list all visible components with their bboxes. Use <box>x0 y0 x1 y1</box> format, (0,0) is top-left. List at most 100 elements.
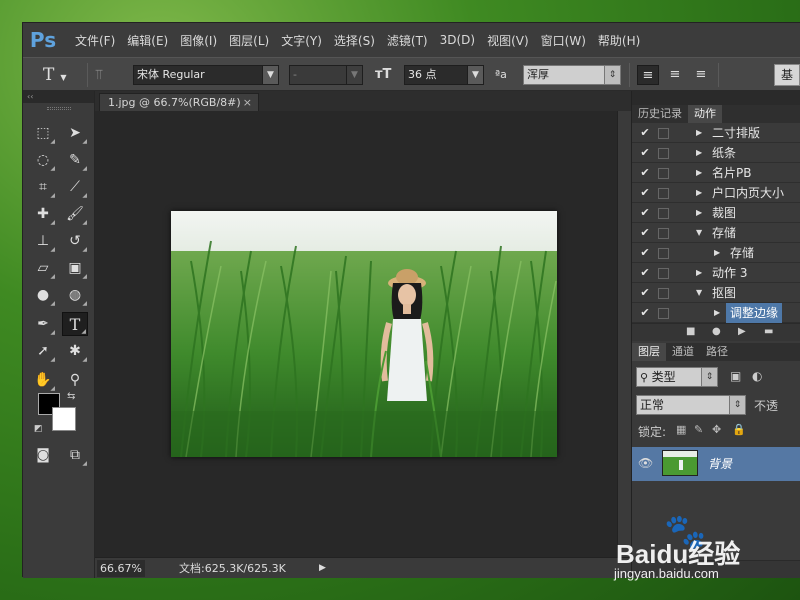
quick-select-tool-icon[interactable]: ✎ ◢ <box>62 148 88 172</box>
blend-mode-select[interactable]: 正常 ⇕ <box>636 395 746 415</box>
lasso-tool-icon[interactable]: ◌ ◢ <box>30 148 56 172</box>
photo-canvas[interactable] <box>171 211 557 457</box>
align-center-button[interactable]: ≡ <box>664 65 686 85</box>
menu-help[interactable]: 帮助(H) <box>592 32 646 49</box>
quick-mask-icon[interactable]: ◙ <box>30 443 56 467</box>
dialog-toggle[interactable] <box>658 188 669 199</box>
history-brush-tool-icon[interactable]: ↺ ◢ <box>62 229 88 253</box>
text-orientation-icon[interactable]: ⫪ <box>95 65 117 85</box>
menu-select[interactable]: 选择(S) <box>328 32 381 49</box>
action-row[interactable]: ✔ ▼ 抠图 <box>632 283 800 303</box>
shape-tool-icon[interactable]: ✱ ◢ <box>62 339 88 363</box>
hand-tool-icon[interactable]: ✋ ◢ <box>30 368 56 392</box>
check-icon[interactable]: ✔ <box>638 303 652 323</box>
action-row[interactable]: ✔ ▶ 动作 3 <box>632 263 800 283</box>
record-icon[interactable]: ● <box>712 326 721 337</box>
menu-file[interactable]: 文件(F) <box>69 32 121 49</box>
action-row[interactable]: ✔ ▶ 裁图 <box>632 203 800 223</box>
expand-triangle-icon[interactable]: ▶ <box>714 243 720 263</box>
menu-image[interactable]: 图像(I) <box>174 32 223 49</box>
layer-row-background[interactable]: 👁 背景 <box>632 447 800 481</box>
tab-layers[interactable]: 图层 <box>632 343 666 361</box>
toolbox-grip[interactable] <box>23 103 94 113</box>
tool-preset-picker[interactable]: T ▼ <box>43 65 83 85</box>
eraser-tool-icon[interactable]: ▱ ◢ <box>30 256 56 280</box>
eyedropper-tool-icon[interactable]: ⟋ ◢ <box>62 175 88 199</box>
lock-all-icon[interactable]: 🔒 <box>732 423 746 436</box>
expand-triangle-icon[interactable]: ▶ <box>714 303 720 323</box>
menu-filter[interactable]: 滤镜(T) <box>381 32 434 49</box>
marquee-tool-icon[interactable]: ⬚ ◢ <box>30 121 56 145</box>
check-icon[interactable]: ✔ <box>638 183 652 203</box>
check-icon[interactable]: ✔ <box>638 223 652 243</box>
path-selection-tool-icon[interactable]: ➚ ◢ <box>30 339 56 363</box>
toolbox-collapse-button[interactable]: ‹‹ <box>23 91 94 103</box>
move-tool-icon[interactable]: ➤ ◢ <box>62 121 88 145</box>
play-icon[interactable]: ▶ <box>738 326 746 337</box>
tab-paths[interactable]: 路径 <box>700 343 734 361</box>
background-color-swatch[interactable] <box>52 407 76 431</box>
blur-tool-icon[interactable]: ● ◢ <box>30 283 56 307</box>
check-icon[interactable]: ✔ <box>638 243 652 263</box>
action-row[interactable]: ✔ ▶ 存储 <box>632 243 800 263</box>
check-icon[interactable]: ✔ <box>638 283 652 303</box>
menu-view[interactable]: 视图(V) <box>481 32 535 49</box>
lock-move-icon[interactable]: ✥ <box>712 423 721 436</box>
collapse-triangle-icon[interactable]: ▼ <box>696 283 702 303</box>
font-family-select[interactable]: 宋体 Regular ▼ <box>133 65 279 85</box>
align-left-button[interactable]: ≡ <box>637 65 659 85</box>
tab-history[interactable]: 历史记录 <box>632 105 688 123</box>
expand-triangle-icon[interactable]: ▶ <box>696 163 702 183</box>
dialog-toggle[interactable] <box>658 148 669 159</box>
dialog-toggle[interactable] <box>658 248 669 259</box>
gradient-tool-icon[interactable]: ▣ ◢ <box>62 256 88 280</box>
brush-tool-icon[interactable]: 🖌 ◢ <box>62 202 88 226</box>
dialog-toggle[interactable] <box>658 168 669 179</box>
type-tool-icon[interactable]: T ◢ <box>62 312 88 336</box>
dialog-toggle[interactable] <box>658 128 669 139</box>
image-filter-icon[interactable]: ▣ <box>730 369 741 383</box>
healing-brush-tool-icon[interactable]: ✚ ◢ <box>30 202 56 226</box>
expand-triangle-icon[interactable]: ▶ <box>696 183 702 203</box>
expand-triangle-icon[interactable]: ▶ <box>696 123 702 143</box>
screen-mode-icon[interactable]: ⧉ ◢ <box>62 443 88 467</box>
canvas-area[interactable] <box>95 111 631 557</box>
action-row[interactable]: ✔ ▶ 名片PB <box>632 163 800 183</box>
check-icon[interactable]: ✔ <box>638 123 652 143</box>
menu-3d[interactable]: 3D(D) <box>434 33 481 47</box>
dialog-toggle[interactable] <box>658 288 669 299</box>
dialog-toggle[interactable] <box>658 268 669 279</box>
font-style-select[interactable]: - ▼ <box>289 65 363 85</box>
adjustment-filter-icon[interactable]: ◐ <box>752 369 762 383</box>
check-icon[interactable]: ✔ <box>638 203 652 223</box>
document-tab[interactable]: 1.jpg @ 66.7%(RGB/8#) × <box>99 93 259 111</box>
antialias-select[interactable]: 浑厚 ⇕ <box>523 65 621 85</box>
menu-edit[interactable]: 编辑(E) <box>121 32 174 49</box>
default-colors-icon[interactable]: ◩ <box>34 424 43 434</box>
menu-window[interactable]: 窗口(W) <box>535 32 592 49</box>
action-row[interactable]: ✔ ▶ 二寸排版 <box>632 123 800 143</box>
pen-tool-icon[interactable]: ✒ ◢ <box>30 312 56 336</box>
expand-triangle-icon[interactable]: ▶ <box>696 203 702 223</box>
dialog-toggle[interactable] <box>658 308 669 319</box>
dodge-tool-icon[interactable]: ◍ ◢ <box>62 283 88 307</box>
new-set-folder-icon[interactable]: ▬ <box>764 326 773 337</box>
lock-transparent-icon[interactable]: ▦ <box>676 423 686 436</box>
lock-brush-icon[interactable]: ✎ <box>694 423 703 436</box>
expand-triangle-icon[interactable]: ▶ <box>696 263 702 283</box>
action-row[interactable]: ✔ ▼ 存储 <box>632 223 800 243</box>
crop-tool-icon[interactable]: ⌗ ◢ <box>30 175 56 199</box>
align-right-button[interactable]: ≡ <box>690 65 712 85</box>
vertical-scrollbar[interactable] <box>617 111 631 557</box>
dialog-toggle[interactable] <box>658 208 669 219</box>
clone-stamp-tool-icon[interactable]: ⊥ ◢ <box>30 229 56 253</box>
dialog-toggle[interactable] <box>658 228 669 239</box>
swap-colors-icon[interactable]: ⇆ <box>67 391 75 402</box>
zoom-tool-icon[interactable]: ⚲ <box>62 368 88 392</box>
expand-triangle-icon[interactable]: ▶ <box>696 143 702 163</box>
layer-filter-select[interactable]: ⚲ 类型 ⇕ <box>636 367 718 387</box>
tab-channels[interactable]: 通道 <box>666 343 700 361</box>
basic-function-button[interactable]: 基 <box>774 64 800 86</box>
stop-icon[interactable]: ■ <box>686 326 695 337</box>
eye-icon[interactable]: 👁 <box>638 456 653 470</box>
